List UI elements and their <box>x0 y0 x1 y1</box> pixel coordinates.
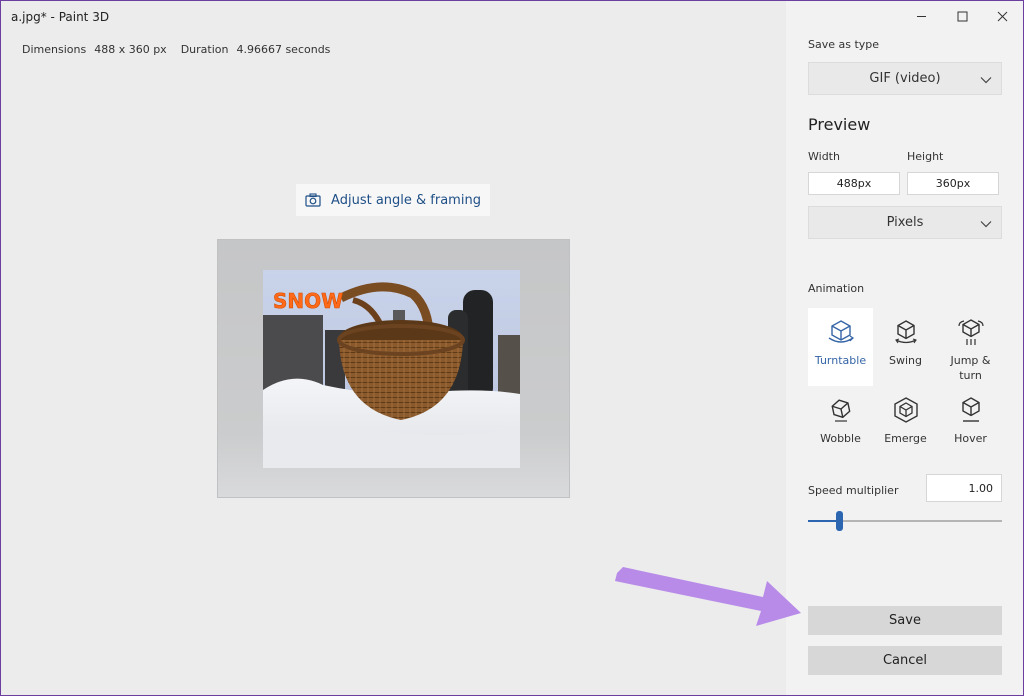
chevron-down-icon <box>980 73 992 88</box>
animation-label-text: Wobble <box>820 432 861 445</box>
speed-multiplier-label: Speed multiplier <box>808 484 899 497</box>
width-input[interactable]: 488px <box>808 172 900 195</box>
maximize-button[interactable] <box>950 5 974 27</box>
wobble-icon <box>826 395 856 425</box>
units-dropdown[interactable]: Pixels <box>808 206 1002 239</box>
animation-swing[interactable]: Swing <box>873 308 938 386</box>
animation-hover[interactable]: Hover <box>938 386 1003 464</box>
duration-value: 4.96667 seconds <box>236 43 331 56</box>
minimize-button[interactable] <box>909 5 933 27</box>
save-as-type-dropdown[interactable]: GIF (video) <box>808 62 1002 95</box>
save-as-type-label: Save as type <box>808 38 880 51</box>
swing-icon <box>891 317 921 347</box>
animation-emerge[interactable]: Emerge <box>873 386 938 464</box>
minimize-icon <box>916 7 927 26</box>
maximize-icon <box>957 7 968 26</box>
duration-label: Duration <box>180 43 229 56</box>
preview-heading: Preview <box>808 115 871 134</box>
close-icon <box>997 7 1008 26</box>
hover-icon <box>956 395 986 425</box>
photo-text: SNOW <box>273 289 343 313</box>
speed-slider-thumb[interactable] <box>836 511 844 531</box>
animation-label-text: Emerge <box>884 432 927 445</box>
adjust-angle-framing-label: Adjust angle & framing <box>331 192 481 208</box>
animation-wobble[interactable]: Wobble <box>808 386 873 464</box>
preview-photo: SNOW <box>263 270 520 468</box>
animation-jump-turn[interactable]: Jump & turn <box>938 308 1003 386</box>
animation-turntable[interactable]: Turntable <box>808 308 873 386</box>
camera-icon <box>305 193 321 207</box>
height-input[interactable]: 360px <box>907 172 999 195</box>
save-options-panel: Save as type GIF (video) Preview Width H… <box>786 1 1023 695</box>
animation-label-text: Swing <box>889 354 922 367</box>
save-as-type-value: GIF (video) <box>869 71 941 86</box>
file-meta: Dimensions 488 x 360 px Duration 4.96667… <box>22 43 330 56</box>
save-button[interactable]: Save <box>808 606 1002 635</box>
chevron-down-icon <box>980 217 992 232</box>
jump-turn-icon <box>956 317 986 347</box>
dimensions-label: Dimensions <box>22 43 87 56</box>
dimensions-value: 488 x 360 px <box>94 43 167 56</box>
adjust-angle-framing-button[interactable]: Adjust angle & framing <box>296 184 490 216</box>
speed-slider-fill <box>808 520 840 522</box>
animation-label-text: Jump & turn <box>950 354 991 382</box>
animation-label-text: Hover <box>954 432 987 445</box>
speed-multiplier-input[interactable]: 1.00 <box>926 474 1002 502</box>
paint3d-window: a.jpg* - Paint 3D Dimensions 488 x 360 p… <box>0 0 1024 696</box>
turntable-icon <box>826 317 856 347</box>
preview-area: a.jpg* - Paint 3D Dimensions 488 x 360 p… <box>1 1 786 695</box>
animation-label-text: Turntable <box>814 354 867 367</box>
emerge-icon <box>891 395 921 425</box>
units-value: Pixels <box>886 215 924 230</box>
animation-label: Animation <box>808 282 865 295</box>
window-title: a.jpg* - Paint 3D <box>11 10 110 24</box>
height-label: Height <box>907 150 944 163</box>
close-button[interactable] <box>990 5 1014 27</box>
cancel-button[interactable]: Cancel <box>808 646 1002 675</box>
width-label: Width <box>808 150 840 163</box>
